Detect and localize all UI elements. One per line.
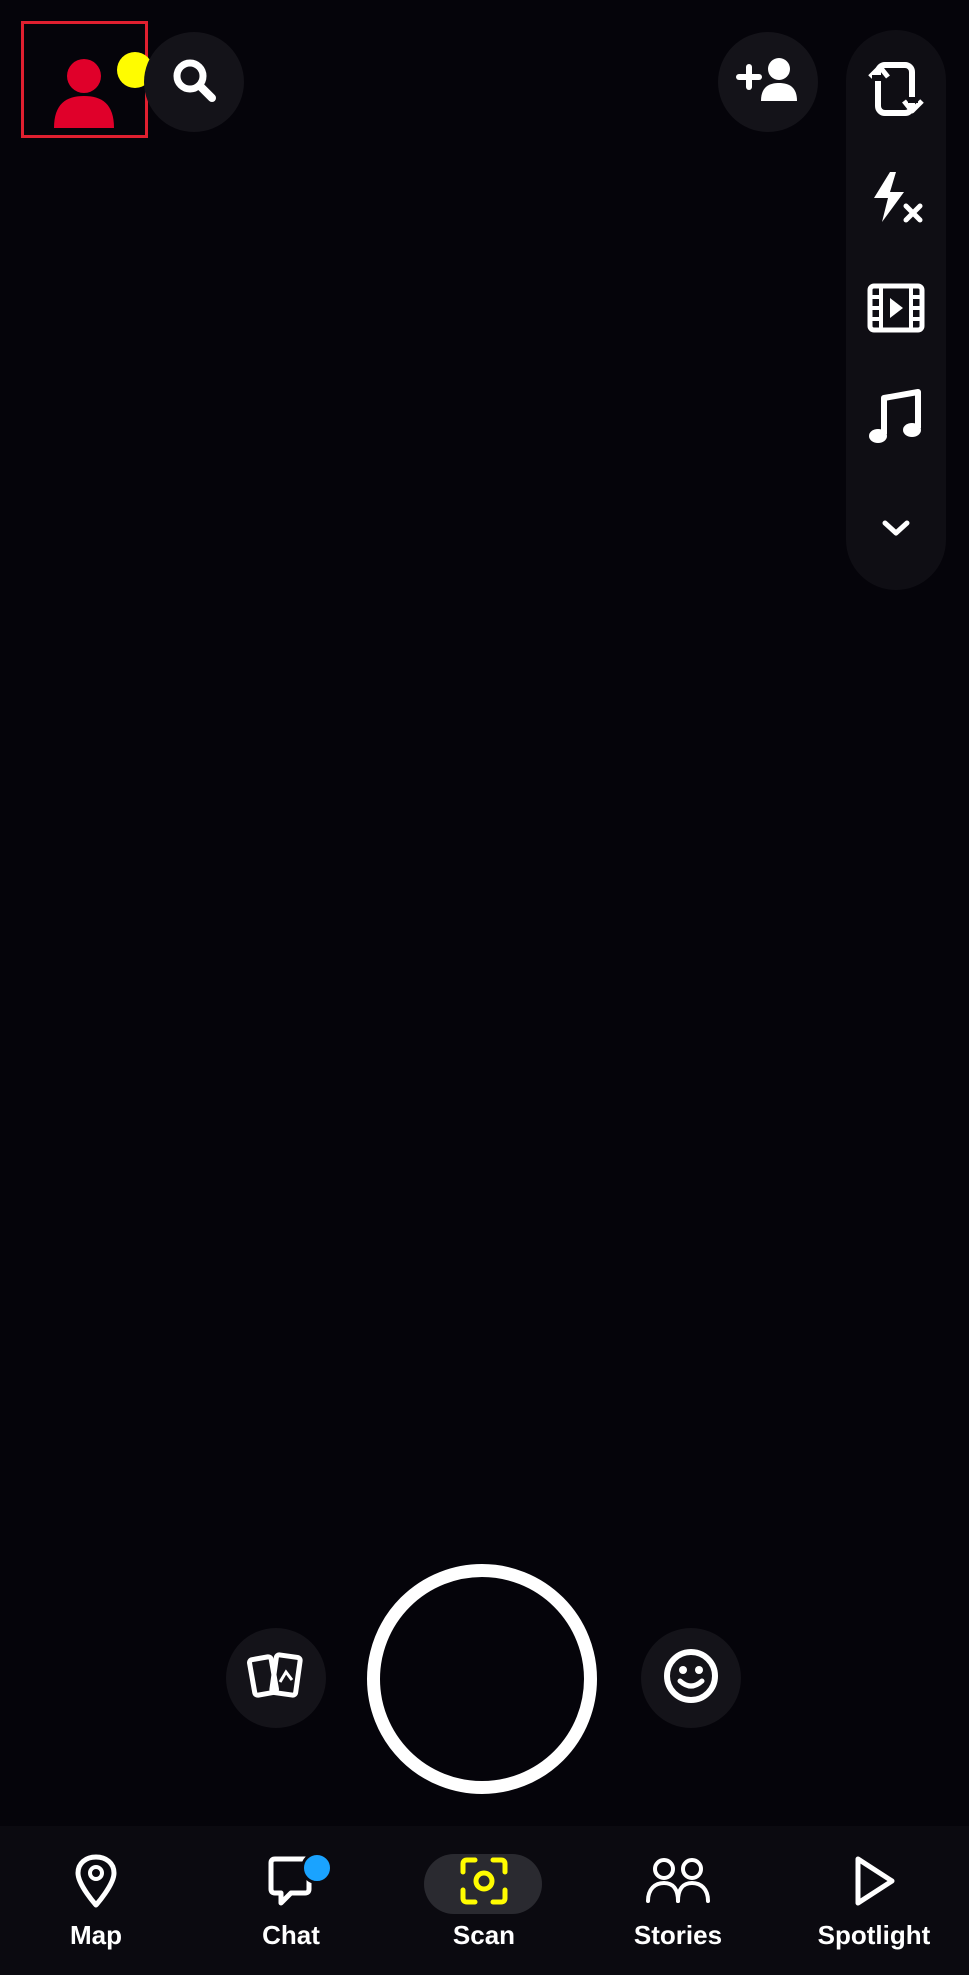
profile-avatar-highlight[interactable]	[21, 21, 153, 138]
nav-chat-label: Chat	[262, 1920, 320, 1950]
video-film-icon	[867, 283, 925, 338]
nav-map-label: Map	[70, 1920, 122, 1950]
search-icon	[169, 55, 219, 110]
flip-camera-button[interactable]	[846, 46, 946, 136]
nav-spotlight-label: Spotlight	[817, 1920, 931, 1950]
flip-camera-icon	[868, 59, 924, 124]
lenses-button[interactable]	[641, 1628, 741, 1728]
map-pin-icon	[36, 1846, 156, 1916]
add-friend-button[interactable]	[718, 32, 818, 132]
camera-screen: Map Chat Scan Stories Spotlight	[0, 0, 969, 1975]
nav-scan[interactable]: Scan	[424, 1826, 544, 1975]
memories-icon	[246, 1648, 306, 1709]
avatar-icon[interactable]	[46, 54, 122, 130]
flash-off-icon	[866, 168, 926, 233]
nav-scan-label: Scan	[452, 1920, 516, 1950]
nav-spotlight[interactable]: Spotlight	[799, 1826, 949, 1975]
flash-button[interactable]	[846, 155, 946, 245]
video-mode-button[interactable]	[846, 265, 946, 355]
nav-stories-label: Stories	[633, 1920, 723, 1950]
camera-tools-bar	[846, 30, 946, 590]
play-icon	[799, 1846, 949, 1916]
music-note-icon	[868, 388, 924, 453]
more-tools-button[interactable]	[846, 485, 946, 575]
bottom-nav: Map Chat Scan Stories Spotlight	[0, 1826, 969, 1975]
chat-bubble-icon	[231, 1846, 351, 1916]
nav-stories[interactable]: Stories	[618, 1826, 738, 1975]
chat-unread-dot	[301, 1852, 333, 1884]
shutter-button[interactable]	[367, 1564, 597, 1794]
smiley-icon	[662, 1647, 720, 1710]
add-friend-icon	[735, 55, 801, 110]
scan-icon	[424, 1846, 544, 1916]
nav-chat[interactable]: Chat	[231, 1826, 351, 1975]
search-button[interactable]	[144, 32, 244, 132]
stories-icon	[618, 1846, 738, 1916]
chevron-down-icon	[881, 518, 911, 543]
nav-map[interactable]: Map	[36, 1826, 156, 1975]
music-button[interactable]	[846, 375, 946, 465]
memories-button[interactable]	[226, 1628, 326, 1728]
